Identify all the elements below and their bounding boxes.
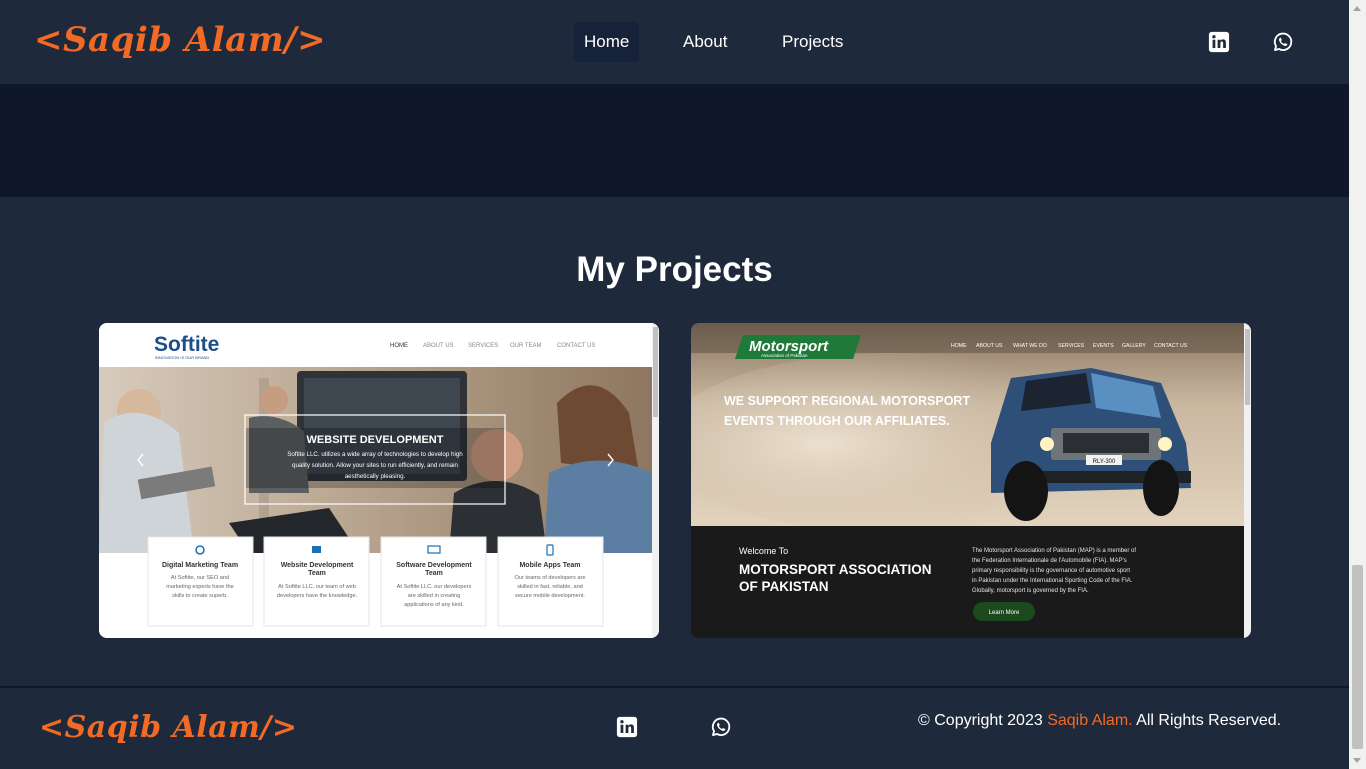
motorsport-org-line-1: MOTORSPORT ASSOCIATION [739, 562, 932, 577]
motorsport-hero-line-2: EVENTS THROUGH OUR AFFILIATES. [724, 414, 950, 428]
motorsport-brand-sub: Association of Pakistan [761, 353, 808, 358]
linkedin-icon[interactable] [1208, 31, 1230, 53]
page-scrollbar[interactable] [1349, 0, 1366, 769]
whatsapp-icon[interactable] [1272, 31, 1294, 53]
softite-service-text: At Softite, our SEO and [171, 575, 229, 581]
motorsport-org-line-2: OF PAKISTAN [739, 579, 829, 594]
nav-home-link[interactable]: Home [574, 22, 640, 62]
motorsport-logo: Motorsport Association of Pakistan [735, 335, 861, 359]
copyright-prefix: © Copyright 2023 [918, 712, 1048, 729]
motorsport-description: The Motorsport Association of Pakistan (… [972, 548, 1136, 554]
nav-projects-link[interactable]: Projects [772, 22, 853, 62]
scroll-up-icon[interactable] [1353, 6, 1361, 11]
softite-menu-contact: CONTACT US [557, 343, 595, 349]
scroll-down-icon[interactable] [1353, 758, 1361, 763]
motorsport-description: in Pakistan under the International Spor… [972, 578, 1133, 584]
softite-hero-text-3: aesthetically pleasing. [345, 473, 406, 480]
project-card-motorsport[interactable]: Motorsport Association of Pakistan HOME … [691, 323, 1251, 638]
site-logo[interactable]: <Saqib Alam/> [34, 20, 326, 60]
motorsport-menu-item: EVENTS [1093, 343, 1114, 349]
softite-service-text: At Softite LLC. our developers [397, 584, 472, 590]
softite-menu-home: HOME [390, 343, 408, 349]
motorsport-hero-line-1: WE SUPPORT REGIONAL MOTORSPORT [724, 394, 970, 408]
motorsport-menu-item: WHAT WE DO [1013, 343, 1047, 349]
softite-service-card-2: Website Development Team At Softite LLC.… [263, 536, 370, 627]
projects-title: My Projects [576, 250, 773, 289]
motorsport-menu-item: HOME [951, 343, 967, 349]
footer-logo[interactable]: <Saqib Alam/> [39, 710, 297, 745]
softite-screenshot: Softite INNOVATION IS OUR BRAND HOME ABO… [99, 323, 659, 638]
motorsport-welcome: Welcome To [739, 546, 788, 556]
softite-service-title-3b: Team [425, 570, 443, 577]
motorsport-plate: RLY-300 [1093, 459, 1116, 465]
hero-section [0, 84, 1349, 197]
softite-service-text: are skilled in creating [408, 593, 461, 599]
softite-service-title-1: Digital Marketing Team [162, 562, 238, 569]
motorsport-menu-item: SERVICES [1058, 343, 1085, 349]
softite-menu-about: ABOUT US [423, 343, 454, 349]
softite-service-title-4: Mobile Apps Team [519, 562, 580, 569]
motorsport-description: the Federation Internationale de l'Autom… [972, 558, 1127, 564]
softite-service-text: applications of any kind. [404, 602, 464, 608]
softite-service-card-4: Mobile Apps Team Our teams of developers… [497, 536, 604, 627]
softite-service-text: Our teams of developers are [515, 575, 586, 581]
softite-service-text: secure mobile development. [515, 593, 585, 599]
footer-whatsapp-icon[interactable] [710, 716, 732, 738]
motorsport-screenshot: Motorsport Association of Pakistan HOME … [691, 323, 1251, 638]
softite-service-text: skills to create superb. [172, 593, 228, 599]
copyright-name[interactable]: Saqib Alam. [1047, 712, 1132, 729]
softite-service-card-3: Software Development Team At Softite LLC… [380, 536, 487, 627]
motorsport-description: Globally, motorsport is governed by the … [972, 588, 1089, 594]
softite-service-text: At Softite LLC. our team of web [278, 584, 356, 590]
softite-brand: Softite [154, 333, 219, 356]
motorsport-menu-item: GALLERY [1122, 343, 1146, 349]
footer: <Saqib Alam/> © Copyright 2023 Saqib Ala… [0, 686, 1349, 769]
softite-hero-text-2: quality solution. Allow your sites to ru… [292, 462, 458, 469]
motorsport-description: primary responsibility is the governance… [972, 568, 1130, 574]
softite-service-title-2: Website Development [281, 562, 354, 569]
softite-tagline: INNOVATION IS OUR BRAND [155, 355, 209, 360]
project-card-softite[interactable]: Softite INNOVATION IS OUR BRAND HOME ABO… [99, 323, 659, 638]
motorsport-learn-more-label: Learn More [989, 610, 1020, 616]
footer-linkedin-icon[interactable] [616, 716, 638, 738]
nav-about-link[interactable]: About [673, 22, 737, 62]
copyright-text: © Copyright 2023 Saqib Alam. All Rights … [918, 712, 1281, 730]
softite-menu-team: OUR TEAM [510, 343, 542, 349]
softite-hero-text-1: Softite LLC. utilizes a wide array of te… [287, 451, 463, 458]
motorsport-menu-item: CONTACT US [1154, 343, 1188, 349]
softite-service-text: developers have the knowledge. [277, 593, 358, 599]
navbar: <Saqib Alam/> Home About Projects [0, 0, 1349, 84]
copyright-suffix: All Rights Reserved. [1132, 712, 1282, 729]
softite-service-text: skilled in fast, reliable, and [517, 584, 583, 590]
motorsport-menu-item: ABOUT US [976, 343, 1003, 349]
softite-service-title-3: Software Development [396, 562, 472, 569]
softite-service-card-1: Digital Marketing Team At Softite, our S… [147, 536, 254, 627]
softite-menu-services: SERVICES [468, 343, 498, 349]
softite-hero-heading: WEBSITE DEVELOPMENT [307, 434, 444, 446]
softite-service-text: marketing experts have the [166, 584, 233, 590]
softite-service-title-2b: Team [308, 570, 326, 577]
scroll-thumb[interactable] [1352, 565, 1363, 749]
